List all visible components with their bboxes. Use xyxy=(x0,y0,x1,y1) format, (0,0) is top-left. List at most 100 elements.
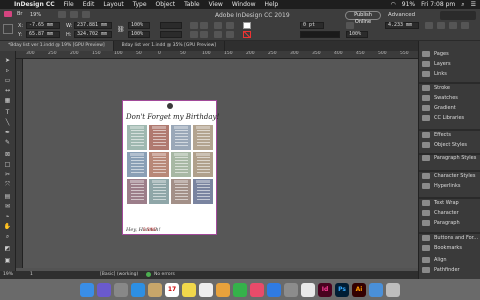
stroke-type-select[interactable] xyxy=(300,31,340,38)
birthday-card[interactable] xyxy=(149,152,169,177)
stroke-swatch[interactable] xyxy=(243,31,251,38)
clock[interactable]: Fri 7:08 pm xyxy=(421,1,455,8)
photoshop-icon[interactable]: Ps xyxy=(335,282,349,297)
working-style[interactable]: [Basic] (working) xyxy=(100,272,138,277)
horizontal-ruler[interactable]: 300 250 200 150 100 50 0 50 100 150 200 250 300 350 40… xyxy=(16,51,418,59)
shear-field[interactable] xyxy=(160,31,182,38)
panel-menu-icon[interactable] xyxy=(461,22,469,29)
panel-pages[interactable]: Pages xyxy=(419,49,480,59)
menu-type[interactable]: Type xyxy=(133,1,147,8)
birthday-card[interactable] xyxy=(149,125,169,150)
flip-vertical-icon[interactable] xyxy=(200,31,208,38)
menu-view[interactable]: View xyxy=(209,1,223,8)
tab-document-35[interactable]: Bday list ver 1.indd @ 35% [GPU Preview] xyxy=(114,41,226,51)
x-field[interactable]: -7.65 mm xyxy=(26,22,60,29)
rectangle-frame-tool-icon[interactable]: ⊠ xyxy=(3,151,12,158)
birthday-card[interactable] xyxy=(149,179,169,204)
stroke-weight-field[interactable]: 0 pt xyxy=(300,22,324,29)
preflight-status[interactable]: No errors xyxy=(154,272,175,277)
menu-file[interactable]: File xyxy=(64,1,74,8)
vertical-ruler[interactable] xyxy=(16,59,23,268)
panel-paragraph[interactable]: Paragraph xyxy=(419,218,480,228)
reminders-icon[interactable] xyxy=(199,282,213,297)
menu-edit[interactable]: Edit xyxy=(83,1,95,8)
indesign-icon[interactable]: Id xyxy=(318,282,332,297)
downloads-icon[interactable] xyxy=(369,282,383,297)
facetime-icon[interactable] xyxy=(233,282,247,297)
bridge-icon[interactable]: Br xyxy=(17,11,23,17)
rectangle-tool-icon[interactable]: □ xyxy=(3,161,12,168)
contacts-icon[interactable] xyxy=(148,282,162,297)
frame-anchor-icon[interactable] xyxy=(167,103,173,109)
birthday-card[interactable] xyxy=(171,179,191,204)
text-wrap-icon[interactable] xyxy=(449,22,457,29)
fitting-icon[interactable] xyxy=(437,22,445,29)
gap-tool-icon[interactable]: ↔ xyxy=(3,87,12,94)
free-transform-tool-icon[interactable]: ⤧ xyxy=(3,181,12,188)
launchpad-icon[interactable] xyxy=(114,282,128,297)
height-field[interactable]: 324.702 mm xyxy=(74,31,112,38)
birthday-card[interactable] xyxy=(127,125,147,150)
birthday-card[interactable] xyxy=(171,125,191,150)
birthday-card[interactable] xyxy=(127,179,147,204)
panel-pathfinder[interactable]: Pathfinder xyxy=(419,265,480,275)
menu-table[interactable]: Table xyxy=(184,1,200,8)
panel-layers[interactable]: Layers xyxy=(419,59,480,69)
y-field[interactable]: 65.87 mm xyxy=(26,31,60,38)
fill-stroke-icon[interactable]: ◩ xyxy=(3,245,12,252)
screen-mode-icon[interactable]: ▣ xyxy=(3,257,12,264)
notes-icon[interactable] xyxy=(182,282,196,297)
select-previous-icon[interactable] xyxy=(226,22,234,29)
panel-paragraph-styles[interactable]: Paragraph Styles xyxy=(419,153,480,163)
zoom-level[interactable]: 19% xyxy=(30,12,41,18)
screen-mode-icon[interactable] xyxy=(70,11,78,18)
panel-object-styles[interactable]: Object Styles xyxy=(419,140,480,150)
width-field[interactable]: 237.881 mm xyxy=(74,22,112,29)
publish-online-button[interactable]: Publish Online xyxy=(345,11,381,25)
line-tool-icon[interactable]: ╲ xyxy=(3,119,12,126)
panel-effects[interactable]: Effects xyxy=(419,130,480,140)
trash-icon[interactable] xyxy=(386,282,400,297)
birthday-card[interactable] xyxy=(193,125,213,150)
photos-icon[interactable] xyxy=(216,282,230,297)
opacity-field[interactable]: 100% xyxy=(346,31,368,38)
panel-gradient[interactable]: Gradient xyxy=(419,103,480,113)
finder-icon[interactable] xyxy=(80,282,94,297)
battery-label[interactable]: 91% xyxy=(402,1,415,8)
zoom-tool-icon[interactable]: ⌕ xyxy=(3,233,12,240)
corner-size-field[interactable]: 4.233 mm xyxy=(385,22,419,29)
page-number[interactable]: 1 xyxy=(30,272,33,277)
pen-tool-icon[interactable]: ✒ xyxy=(3,129,12,136)
calendar-icon[interactable]: 17 xyxy=(165,282,179,297)
pasteboard[interactable] xyxy=(23,59,418,268)
zoom-status[interactable]: 19% xyxy=(3,272,13,277)
chrome-icon[interactable] xyxy=(301,282,315,297)
selection-tool-icon[interactable]: ➤ xyxy=(3,57,12,64)
preferences-icon[interactable] xyxy=(284,282,298,297)
illustrator-icon[interactable]: Ai xyxy=(352,282,366,297)
panel-cc-libraries[interactable]: CC Libraries xyxy=(419,113,480,123)
drop-shadow-icon[interactable] xyxy=(346,22,354,29)
safari-icon[interactable] xyxy=(131,282,145,297)
scale-x-field[interactable]: 100% xyxy=(128,22,150,29)
panel-text-wrap[interactable]: Text Wrap xyxy=(419,198,480,208)
birthday-card[interactable] xyxy=(193,179,213,204)
panel-hyperlinks[interactable]: Hyperlinks xyxy=(419,181,480,191)
select-container-icon[interactable] xyxy=(214,22,222,29)
birthday-card[interactable] xyxy=(171,152,191,177)
eyedropper-tool-icon[interactable]: ⌁ xyxy=(3,213,12,220)
select-content-icon[interactable] xyxy=(214,31,222,38)
rotation-field[interactable] xyxy=(160,22,182,29)
panel-character[interactable]: Character xyxy=(419,208,480,218)
fill-swatch[interactable] xyxy=(243,22,251,29)
birthday-card[interactable] xyxy=(127,152,147,177)
panel-stroke[interactable]: Stroke xyxy=(419,83,480,93)
select-next-icon[interactable] xyxy=(226,31,234,38)
panel-align[interactable]: Align xyxy=(419,255,480,265)
panel-swatches[interactable]: Swatches xyxy=(419,93,480,103)
reference-point-icon[interactable] xyxy=(3,24,13,34)
panel-character-styles[interactable]: Character Styles xyxy=(419,171,480,181)
content-collector-icon[interactable]: ▦ xyxy=(3,97,12,104)
arrange-documents-icon[interactable] xyxy=(82,11,90,18)
tab-document-19[interactable]: *Bday list ver 1.indd @ 19% [GPU Preview… xyxy=(0,41,114,51)
